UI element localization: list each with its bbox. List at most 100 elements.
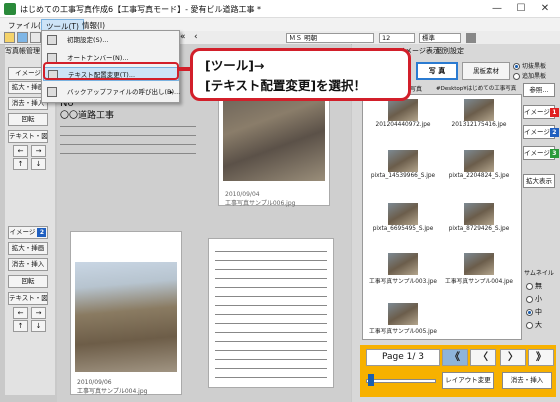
add-board-radio[interactable]: 追加黒板 xyxy=(513,71,546,80)
rotate-button-2[interactable]: 回転 xyxy=(8,275,48,288)
enlarge-display-button[interactable]: 拡大表示 xyxy=(523,174,555,188)
thumbnail-gallery[interactable]: 201204440972.jpe 201312175416.jpe pixta_… xyxy=(362,94,522,340)
image-2-select-button[interactable]: イメージ 2 xyxy=(523,125,559,139)
badge-1: 1 xyxy=(549,107,559,117)
thumbnail-caption: pixta_2204824_S.jpe xyxy=(448,173,510,179)
image-2-button[interactable]: イメージ 2 xyxy=(8,226,48,239)
gallery-item[interactable]: pixta_8729426_S.jpe xyxy=(445,203,513,232)
delete-insert-button[interactable]: 消去・挿入 xyxy=(502,372,552,389)
thumbnail-image[interactable] xyxy=(388,203,418,225)
image-1-select-button[interactable]: イメージ 1 xyxy=(523,105,559,119)
layout-change-button[interactable]: レイアウト変更 xyxy=(442,372,494,389)
zoom-slider-handle[interactable] xyxy=(368,374,374,386)
last-page-button[interactable]: 》 xyxy=(528,349,554,366)
font-name-select[interactable]: ＭＳ 明朝 xyxy=(286,33,374,43)
thumbnail-image[interactable] xyxy=(388,303,418,325)
font-style-select[interactable]: 標準 xyxy=(419,33,461,43)
title-bar: はじめての工事写真作成6【工事写真モード】- 愛有ビル道路工事 * — ☐ ✕ xyxy=(0,0,560,18)
photo-card-2[interactable]: 2010/09/06 工事写真サンプル004.jpg xyxy=(70,231,182,395)
app-icon xyxy=(4,3,16,15)
move-down-button-1[interactable]: ↓ xyxy=(31,158,46,170)
badge-2: 2 xyxy=(549,127,559,137)
photo-2-caption: 工事写真サンプル004.jpg xyxy=(77,388,148,395)
gallery-item[interactable]: 201204440972.jpe xyxy=(369,99,437,128)
thumb-large-radio[interactable]: 大 xyxy=(526,320,542,330)
move-up-button-2[interactable]: ↑ xyxy=(13,320,28,332)
cut-board-radio-dot xyxy=(513,63,520,70)
photo-card-1[interactable]: 2010/09/04 工事写真サンプル006.jpg xyxy=(218,86,330,207)
gallery-item[interactable]: 201312175416.jpe xyxy=(445,99,513,128)
menu-item-initial-settings[interactable]: 初期設定(S)... xyxy=(43,33,179,47)
reference-button[interactable]: 参照... xyxy=(523,83,555,97)
prev-page-button[interactable]: 〈 xyxy=(470,349,496,366)
thumbnail-image[interactable] xyxy=(464,99,494,121)
gallery-item[interactable]: 工事写真サンプル004.jpe xyxy=(445,253,513,285)
thumb-small-radio[interactable]: 小 xyxy=(526,294,542,304)
move-right-button-1[interactable]: → xyxy=(31,145,46,157)
thumbnail-caption: pixta_14539966_S.jpe xyxy=(370,173,436,179)
text-button-2[interactable]: テキスト・図 xyxy=(8,292,48,305)
move-left-button-2[interactable]: ← xyxy=(13,307,28,319)
enlarge-insert-button-2[interactable]: 拡大・挿画 xyxy=(8,242,48,255)
page-indicator: Page 1/ 3 xyxy=(366,349,440,366)
thumbnail-image[interactable] xyxy=(388,150,418,172)
gallery-item[interactable]: pixta_2204824_S.jpe xyxy=(445,150,513,179)
thumbnail-image[interactable] xyxy=(464,150,494,172)
gallery-item[interactable]: 工事写真サンプル003.jpe xyxy=(369,253,437,285)
prev-page-icon[interactable]: ‹ xyxy=(194,32,198,42)
photo-1-date: 2010/09/04 xyxy=(225,191,260,198)
construction-photo-1[interactable] xyxy=(223,91,325,181)
image-2-select-label: イメージ xyxy=(524,128,550,136)
image-3-select-button[interactable]: イメージ 3 xyxy=(523,146,559,160)
thumbnail-image[interactable] xyxy=(464,253,494,275)
image-1-select-label: イメージ xyxy=(524,108,550,116)
delete-insert-button-2[interactable]: 消去・挿入 xyxy=(8,258,48,271)
thumbnail-image[interactable] xyxy=(388,253,418,275)
thumbnail-image[interactable] xyxy=(464,203,494,225)
next-page-button[interactable]: 〉 xyxy=(500,349,526,366)
window-title: はじめての工事写真作成6【工事写真モード】- 愛有ビル道路工事 * xyxy=(20,5,262,14)
move-down-button-2[interactable]: ↓ xyxy=(31,320,46,332)
move-up-button-1[interactable]: ↑ xyxy=(13,158,28,170)
radio-none-dot xyxy=(526,282,533,290)
thumb-none-radio[interactable]: 無 xyxy=(526,281,542,291)
photo-mode-button[interactable]: 写 真 xyxy=(416,62,458,80)
print-icon[interactable] xyxy=(30,32,41,43)
badge-3: 3 xyxy=(549,148,559,158)
image-1-label: イメージ xyxy=(15,69,41,77)
construction-photo-2[interactable] xyxy=(75,262,177,372)
highlight-box xyxy=(43,62,179,80)
image-3-select-label: イメージ xyxy=(524,149,550,157)
menu-item-backup-label: バックアップファイルの呼び出し(B)... xyxy=(67,88,181,96)
close-button[interactable]: ✕ xyxy=(534,2,556,16)
image-2-label: イメージ xyxy=(9,228,36,236)
move-right-button-2[interactable]: → xyxy=(31,307,46,319)
text-block-2[interactable] xyxy=(208,238,334,388)
gallery-item[interactable]: pixta_6695495_S.jpe xyxy=(369,203,437,232)
instruction-callout: [ツール]→ [テキスト配置変更]を選択！ xyxy=(190,48,411,101)
move-left-button-1[interactable]: ← xyxy=(13,145,28,157)
maximize-button[interactable]: ☐ xyxy=(510,2,532,16)
first-page-icon[interactable]: « xyxy=(180,32,186,42)
menu-item-initial-settings-label: 初期設定(S)... xyxy=(67,36,109,44)
thumbnail-image[interactable] xyxy=(388,99,418,121)
text-button-1[interactable]: テキスト・図 xyxy=(8,130,48,143)
zoom-slider[interactable] xyxy=(366,379,436,383)
text-lines-2 xyxy=(215,243,327,378)
save-icon[interactable] xyxy=(17,32,28,43)
tab-individual[interactable]: 個別設定 xyxy=(436,46,464,56)
gallery-item[interactable]: 工事写真サンプル005.jpe xyxy=(369,303,437,335)
color-icon[interactable] xyxy=(466,33,476,43)
cut-board-label: 切抜黒板 xyxy=(522,63,547,70)
gallery-item[interactable]: pixta_14539966_S.jpe xyxy=(369,150,437,179)
open-folder-icon[interactable] xyxy=(4,32,15,43)
first-page-button[interactable]: 《 xyxy=(442,349,468,366)
font-size-select[interactable]: 12 xyxy=(379,33,415,43)
blackboard-button[interactable]: 黒板素材 xyxy=(462,62,510,80)
tab-management[interactable]: 写真帳管理 xyxy=(5,46,40,56)
cut-board-radio[interactable]: 切抜黒板 xyxy=(513,61,546,70)
rotate-button-1[interactable]: 回転 xyxy=(8,113,48,126)
thumb-medium-radio[interactable]: 中 xyxy=(526,307,542,317)
menu-item-backup[interactable]: バックアップファイルの呼び出し(B)... ▸ xyxy=(43,85,181,99)
minimize-button[interactable]: — xyxy=(486,2,508,16)
